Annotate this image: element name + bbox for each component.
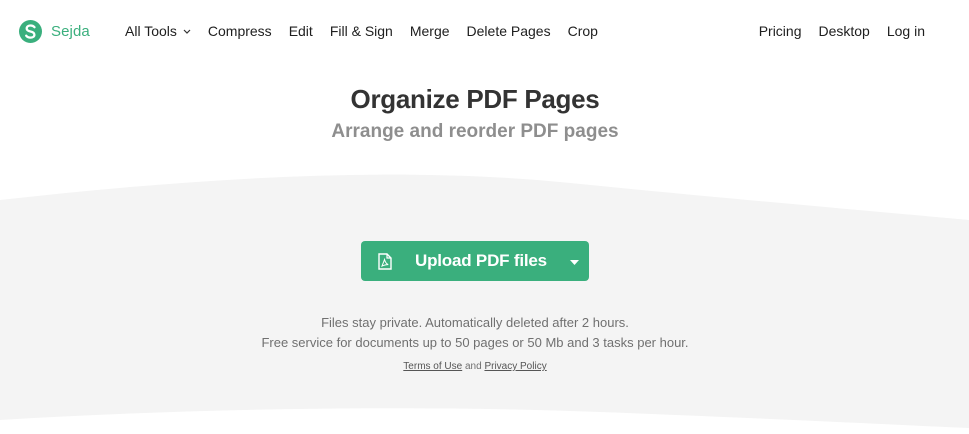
nav-edit[interactable]: Edit xyxy=(289,23,313,39)
usage-limits-note: Free service for documents up to 50 page… xyxy=(261,335,689,350)
upload-pdf-button-group: Upload PDF files xyxy=(361,241,589,281)
nav-all-tools-label: All Tools xyxy=(125,23,177,39)
nav-compress[interactable]: Compress xyxy=(208,23,272,39)
nav-desktop[interactable]: Desktop xyxy=(818,23,869,39)
upload-pdf-label: Upload PDF files xyxy=(415,251,547,270)
page-subtitle: Arrange and reorder PDF pages xyxy=(331,121,619,142)
nav-pricing[interactable]: Pricing xyxy=(759,23,802,39)
legal-links: Terms of Use and Privacy Policy xyxy=(0,361,950,372)
upload-options-dropdown[interactable] xyxy=(559,241,589,281)
account-nav: Pricing Desktop Log in xyxy=(742,23,925,39)
upload-panel-background xyxy=(0,174,969,434)
nav-delete-pages[interactable]: Delete Pages xyxy=(467,23,551,39)
pdf-file-icon xyxy=(378,252,392,270)
legal-conjunction: and xyxy=(464,361,482,372)
caret-down-icon xyxy=(569,252,579,270)
brand-name: Sejda xyxy=(51,23,90,40)
sejda-logo[interactable]: Sejda xyxy=(19,20,90,43)
upload-pdf-button[interactable]: Upload PDF files xyxy=(361,241,559,281)
nav-merge[interactable]: Merge xyxy=(410,23,450,39)
nav-all-tools[interactable]: All Tools xyxy=(125,23,191,39)
nav-crop[interactable]: Crop xyxy=(568,23,598,39)
privacy-note: Files stay private. Automatically delete… xyxy=(321,315,629,330)
sejda-logo-icon xyxy=(19,20,42,43)
page-title: Organize PDF Pages xyxy=(350,84,600,114)
main-nav: All Tools Compress Edit Fill & Sign Merg… xyxy=(125,23,615,39)
nav-log-in[interactable]: Log in xyxy=(887,23,925,39)
top-navigation: Sejda All Tools Compress Edit Fill & Sig… xyxy=(0,0,969,64)
chevron-down-icon xyxy=(183,29,191,34)
nav-fill-sign[interactable]: Fill & Sign xyxy=(330,23,393,39)
privacy-policy-link[interactable]: Privacy Policy xyxy=(484,361,546,372)
terms-of-use-link[interactable]: Terms of Use xyxy=(403,361,462,372)
